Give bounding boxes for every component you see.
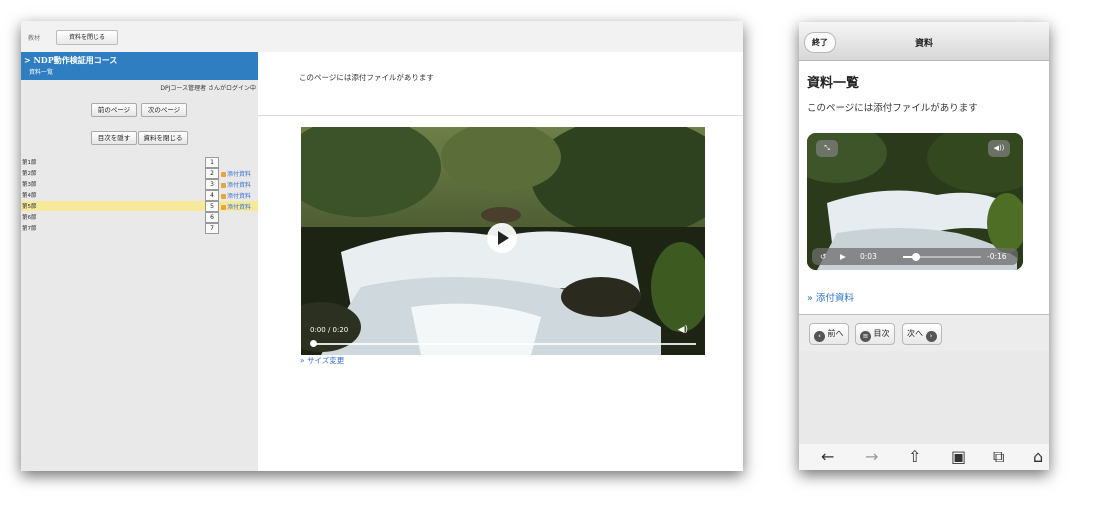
video-progress-bar[interactable]: [312, 343, 696, 345]
section-number-button[interactable]: 2: [205, 168, 219, 179]
section-row[interactable]: 第5節 5 添付資料: [21, 201, 258, 212]
section-number-button[interactable]: 6: [205, 212, 219, 223]
attachment-icon: [221, 205, 226, 210]
back-arrow-icon[interactable]: ←: [821, 447, 834, 466]
toc-button[interactable]: ≡ 目次: [855, 323, 895, 345]
section-number-button[interactable]: 3: [205, 179, 219, 190]
phone-elapsed-time: 0:03: [860, 252, 877, 261]
next-button[interactable]: 次へ ›: [902, 323, 942, 345]
section-number-button[interactable]: 5: [205, 201, 219, 212]
section-number-button[interactable]: 7: [205, 223, 219, 234]
hide-toc-button[interactable]: 目次を隠す: [91, 131, 137, 145]
section-row[interactable]: 第6節 6: [21, 212, 258, 223]
section-title: 資料一覧: [29, 69, 54, 76]
next-label: 次へ: [907, 329, 923, 338]
main-content: このページには添付ファイルがあります 0:00 / 0:20 ◀) » サイズ変…: [258, 52, 743, 471]
top-toolbar: 教材 資料を閉じる: [21, 21, 743, 53]
section-attachment-link[interactable]: 添付資料: [221, 202, 251, 211]
tabs-icon[interactable]: ⧉: [993, 447, 1004, 467]
prev-label: 前へ: [827, 329, 844, 338]
phone-remaining-time: -0:16: [987, 252, 1007, 261]
prev-button[interactable]: ‹ 前へ: [809, 323, 849, 345]
section-row[interactable]: 第2節 2 添付資料: [21, 168, 258, 179]
left-arrow-icon: ‹: [814, 331, 825, 342]
video-progress-knob[interactable]: [310, 340, 317, 347]
section-name[interactable]: 第7節: [22, 224, 37, 232]
attachment-label: 添付資料: [227, 171, 252, 178]
expand-icon[interactable]: ⤡: [816, 140, 838, 157]
next-page-button[interactable]: 次のページ: [141, 103, 187, 117]
resize-link[interactable]: » サイズ変更: [300, 355, 344, 366]
browser-toolbar: ← → ⇧ ▣ ⧉ ⌂: [799, 444, 1049, 470]
play-icon[interactable]: ▶: [840, 252, 846, 261]
video-time: 0:00 / 0:20: [310, 326, 349, 334]
course-title[interactable]: > NDP動作検証用コース: [24, 55, 117, 66]
section-number-button[interactable]: 1: [205, 157, 219, 168]
section-attachment-link[interactable]: 添付資料: [221, 191, 251, 200]
desktop-window: 教材 資料を閉じる > NDP動作検証用コース 資料一覧 DPJコース管理者 さ…: [21, 21, 743, 471]
toolbar-label: 教材: [28, 35, 41, 42]
phone-attachment-notice: このページには添付ファイルがあります: [807, 103, 978, 114]
phone-heading: 資料一覧: [807, 76, 860, 91]
replay-icon[interactable]: ↺: [820, 252, 826, 261]
close-material-side-button[interactable]: 資料を閉じる: [138, 131, 188, 145]
phone-pager: ‹ 前へ ≡ 目次 次へ ›: [799, 314, 1049, 352]
divider: [258, 115, 743, 116]
attachment-notice: このページには添付ファイルがあります: [299, 73, 434, 82]
section-number-button[interactable]: 4: [205, 190, 219, 201]
section-row[interactable]: 第7節 7: [21, 223, 258, 234]
section-name[interactable]: 第5節: [22, 202, 37, 210]
attachment-label: 添付資料: [227, 193, 252, 200]
home-icon[interactable]: ⌂: [1033, 447, 1043, 466]
section-name[interactable]: 第1節: [22, 158, 37, 166]
phone-progress-knob[interactable]: [912, 253, 920, 261]
play-icon: [498, 231, 509, 245]
phone-screen: 終了 資料 資料一覧 このページには添付ファイルがあります ⤡ ◀)) ↺ ▶ …: [799, 22, 1049, 470]
section-name[interactable]: 第3節: [22, 180, 37, 188]
prev-page-button[interactable]: 前のページ: [91, 103, 137, 117]
attachment-icon: [221, 194, 226, 199]
attachment-icon: [221, 183, 226, 188]
bookmark-folder-icon[interactable]: ▣: [951, 447, 966, 466]
attachment-icon: [221, 172, 226, 177]
phone-video-player[interactable]: ⤡ ◀)) ↺ ▶ 0:03 -0:16: [807, 133, 1023, 270]
list-icon: ≡: [860, 331, 871, 342]
section-name[interactable]: 第6節: [22, 213, 37, 221]
section-row[interactable]: 第1節 1: [21, 157, 258, 168]
volume-icon[interactable]: ◀)): [988, 140, 1010, 157]
volume-icon[interactable]: ◀): [678, 325, 688, 335]
close-material-button[interactable]: 資料を閉じる: [56, 30, 118, 45]
phone-title: 資料: [914, 39, 933, 49]
attachment-label: 添付資料: [227, 182, 252, 189]
forward-arrow-icon[interactable]: →: [865, 447, 878, 466]
login-status: DPJコース管理者 さんがログイン中: [160, 85, 256, 92]
sidebar: > NDP動作検証用コース 資料一覧 DPJコース管理者 さんがログイン中 前の…: [21, 52, 258, 471]
section-list: 第1節 1 第2節 2 添付資料 第3節 3 添付資料 第4節 4 添付資料 第5節 5 添付資料 第6節 6…: [21, 157, 258, 257]
video-player[interactable]: 0:00 / 0:20 ◀): [301, 127, 705, 355]
section-attachment-link[interactable]: 添付資料: [221, 169, 251, 178]
toc-label: 目次: [873, 329, 890, 338]
attachment-link[interactable]: » 添付資料: [807, 290, 854, 304]
section-row[interactable]: 第3節 3 添付資料: [21, 179, 258, 190]
share-icon[interactable]: ⇧: [908, 447, 921, 466]
attachment-label: 添付資料: [227, 204, 252, 211]
section-row[interactable]: 第4節 4 添付資料: [21, 190, 258, 201]
sidebar-header: > NDP動作検証用コース 資料一覧: [21, 52, 258, 80]
section-name[interactable]: 第4節: [22, 191, 37, 199]
phone-nav-bar: 終了 資料: [799, 22, 1049, 61]
section-name[interactable]: 第2節: [22, 169, 37, 177]
empty-area: [799, 351, 1049, 444]
section-attachment-link[interactable]: 添付資料: [221, 180, 251, 189]
right-arrow-icon: ›: [925, 331, 937, 342]
